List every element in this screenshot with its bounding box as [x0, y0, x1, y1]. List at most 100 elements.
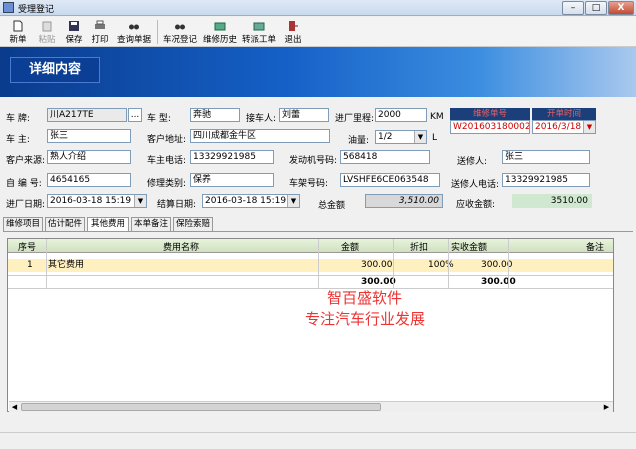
tab-divider — [3, 231, 633, 232]
minimize-button[interactable]: – — [562, 1, 584, 15]
tab-order-notes[interactable]: 本单备注 — [131, 217, 171, 231]
cell-discount: 100% — [428, 260, 454, 270]
plate-field[interactable]: 川A217TE — [47, 108, 127, 122]
in-date-picker[interactable]: 2016-03-18 15:19 ▼ — [47, 194, 147, 208]
sender-phone-field[interactable]: 13329921985 — [502, 173, 590, 187]
sender-label: 送修人: — [457, 157, 488, 167]
print-button-label: 打印 — [91, 35, 109, 45]
engine-field[interactable]: 568418 — [340, 150, 430, 164]
paste-button-label: 粘贴 — [38, 35, 56, 45]
totals-row: 300.00 300.00 — [8, 275, 613, 289]
receiver-field[interactable]: 刘蕾 — [279, 108, 329, 122]
frame-field[interactable]: LVSHFE6CE063548 — [340, 173, 440, 187]
owner-field[interactable]: 张三 — [47, 129, 131, 143]
table-row[interactable]: 1 其它费用 300.00 100% 300.00 — [8, 259, 613, 272]
watermark-line1: 智百盛软件 — [327, 289, 403, 307]
settle-date-picker[interactable]: 2016-03-18 15:19 ▼ — [202, 194, 300, 208]
chevron-down-icon[interactable]: ▼ — [414, 131, 426, 143]
watermark-line2: 专注汽车行业发展 — [305, 310, 426, 328]
scroll-left-icon[interactable]: ◀ — [9, 402, 20, 412]
in-date-label: 进厂日期: — [6, 200, 46, 210]
save-button[interactable]: 保存 — [62, 19, 86, 46]
tab-repair-items[interactable]: 维修项目 — [3, 217, 43, 231]
exit-button-label: 退出 — [284, 35, 302, 45]
model-label: 车 型: — [147, 114, 171, 124]
open-time-header: 开单时间 — [532, 108, 596, 120]
col-fee-name[interactable]: 费用名称 — [163, 240, 199, 253]
repair-type-field[interactable]: 保养 — [190, 173, 274, 187]
save-button-label: 保存 — [65, 35, 83, 45]
engine-label: 发动机号码: — [289, 156, 338, 166]
new-button[interactable]: 新单 — [4, 19, 32, 46]
new-button-label: 新单 — [9, 35, 27, 45]
paste-button[interactable]: 粘贴 — [34, 19, 60, 46]
transfer-order-button[interactable]: 转派工单 — [240, 19, 278, 46]
phone-field[interactable]: 13329921985 — [190, 150, 274, 164]
save-icon — [69, 21, 79, 31]
toolbar-separator — [157, 20, 158, 44]
col-note[interactable]: 备注 — [586, 240, 604, 253]
receivable-field: 3510.00 — [512, 194, 592, 208]
tab-estimate-parts[interactable]: 估计配件 — [45, 217, 85, 231]
repair-no-header: 维修单号 — [450, 108, 530, 120]
exit-button[interactable]: 退出 — [281, 19, 305, 46]
close-button[interactable]: X — [608, 1, 634, 15]
cell-no: 1 — [27, 260, 33, 270]
total-actual-amount: 300.00 — [481, 277, 516, 287]
scroll-thumb[interactable] — [21, 403, 381, 411]
repair-history-button[interactable]: 维修历史 — [201, 19, 239, 46]
col-discount[interactable]: 折扣 — [410, 240, 428, 253]
watermark-text: 智百盛软件 专注汽车行业发展 — [305, 288, 425, 330]
chevron-down-icon[interactable]: ▼ — [287, 195, 299, 207]
col-no[interactable]: 序号 — [18, 240, 36, 253]
col-actual-amount[interactable]: 实收金额 — [451, 240, 487, 253]
status-bar — [0, 432, 636, 449]
tab-insurance-claim[interactable]: 保险索赔 — [173, 217, 213, 231]
maximize-button[interactable]: □ — [585, 1, 607, 15]
open-time-field[interactable]: 2016/3/18 ▼ — [532, 120, 596, 134]
repair-no-field[interactable]: W201603180002 — [450, 120, 530, 134]
banner-title: 详细内容 — [10, 57, 100, 83]
address-field[interactable]: 四川成都金牛区 — [190, 129, 330, 143]
mileage-label: 进厂里程: — [335, 114, 375, 124]
settle-date-value: 2016-03-18 15:19 — [205, 196, 287, 206]
receiver-label: 接车人: — [246, 114, 277, 124]
receivable-label: 应收金额: — [456, 200, 496, 210]
plate-label: 车 牌: — [6, 114, 30, 124]
horizontal-scrollbar[interactable]: ◀ ▶ — [9, 401, 613, 412]
plate-lookup-button[interactable]: ... — [128, 108, 142, 122]
grid-divider — [448, 239, 449, 289]
fuel-select[interactable]: 1/2 ▼ — [375, 130, 427, 144]
printer-icon — [95, 20, 105, 29]
chevron-down-icon[interactable]: ▼ — [134, 195, 146, 207]
print-button[interactable]: 打印 — [88, 19, 112, 46]
fuel-value: 1/2 — [378, 132, 393, 142]
total-label: 总金额 — [318, 201, 346, 211]
paste-icon — [42, 21, 52, 32]
query-button[interactable]: 查询单据 — [114, 19, 154, 46]
grid-divider — [393, 239, 394, 289]
grid-divider — [46, 239, 47, 289]
in-date-value: 2016-03-18 15:19 — [50, 196, 132, 206]
self-no-field[interactable]: 4654165 — [47, 173, 131, 187]
scroll-right-icon[interactable]: ▶ — [601, 402, 612, 412]
mileage-unit: KM — [430, 112, 444, 122]
model-field[interactable]: 奔驰 — [190, 108, 240, 122]
repair-history-label: 维修历史 — [202, 35, 237, 45]
vehicle-check-button[interactable]: 车况登记 — [160, 19, 200, 46]
mileage-field[interactable]: 2000 — [375, 108, 427, 122]
chevron-down-icon[interactable]: ▼ — [583, 121, 595, 133]
settle-date-label: 结算日期: — [157, 200, 197, 210]
col-amount[interactable]: 金额 — [341, 240, 359, 253]
window-title: 受理登记 — [18, 5, 55, 15]
open-time-value: 2016/3/18 — [535, 122, 582, 132]
toolbar: 新单 粘贴 保存 打印 查询单据 车况登记 维修历史 转派工单 退出 — [0, 17, 636, 47]
app-icon — [3, 2, 14, 13]
tab-other-fees[interactable]: 其他费用 — [87, 217, 129, 232]
cell-amount: 300.00 — [361, 260, 393, 270]
grid-header: 序号 费用名称 金额 折扣 实收金额 备注 — [8, 239, 613, 253]
source-field[interactable]: 熟人介绍 — [47, 150, 131, 164]
sender-field[interactable]: 张三 — [502, 150, 590, 164]
section-banner: 详细内容 — [0, 47, 636, 97]
new-document-icon — [13, 20, 23, 32]
